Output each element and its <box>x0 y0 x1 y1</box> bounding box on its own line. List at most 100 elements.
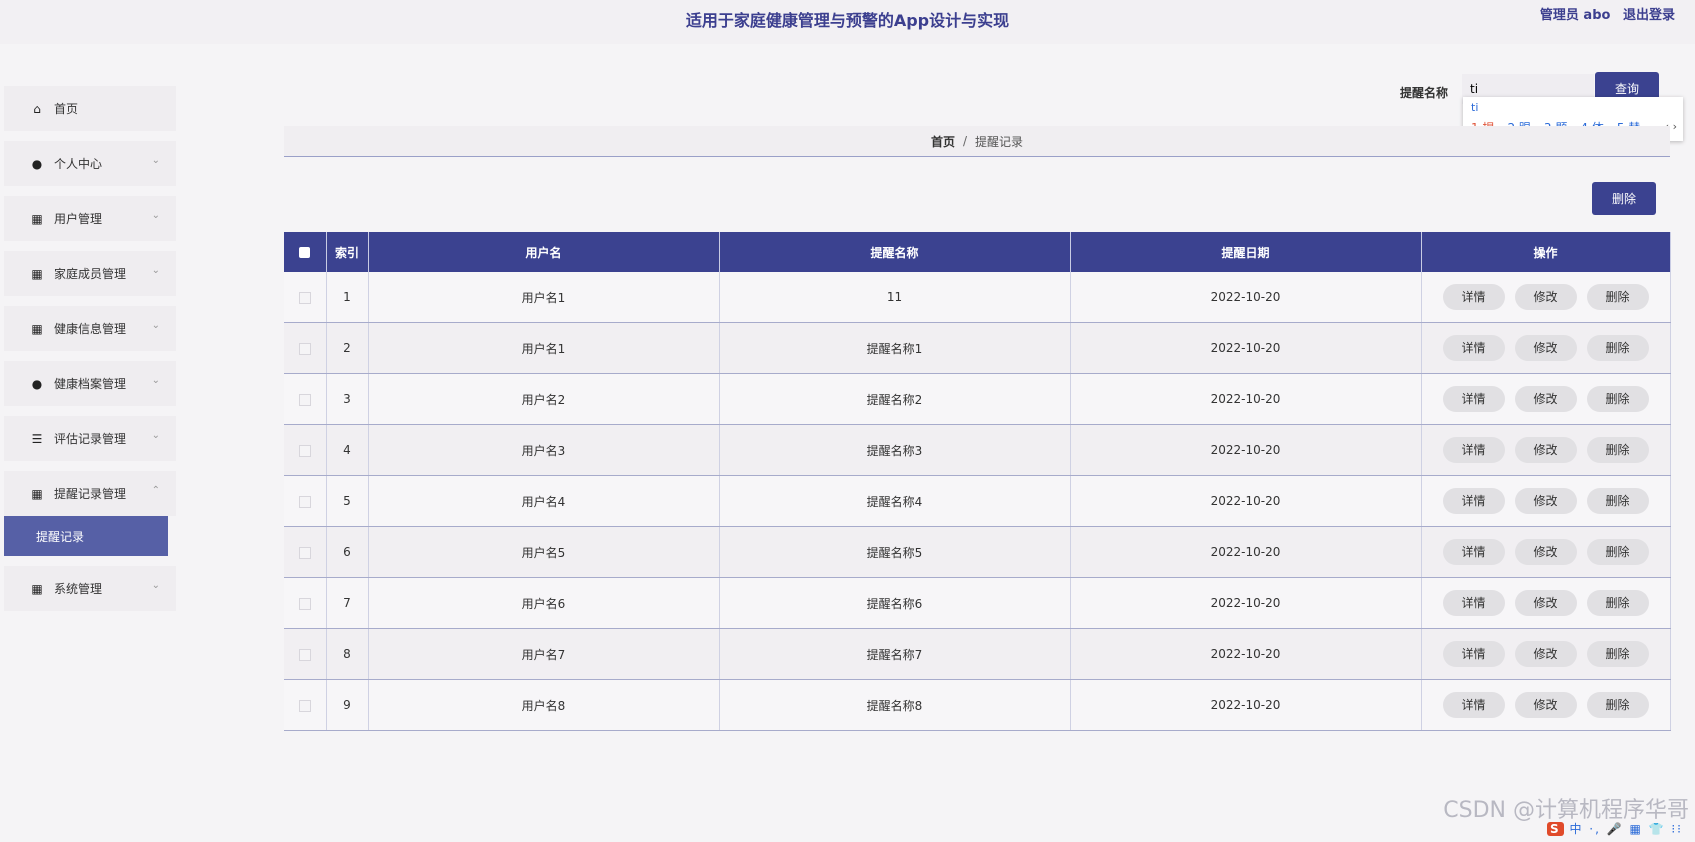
delete-button[interactable]: 删除 <box>1586 335 1649 361</box>
logout-link[interactable]: 退出登录 <box>1623 8 1675 23</box>
cell-reminder-name: 提醒名称5 <box>719 526 1071 578</box>
user-icon: ● <box>31 156 43 171</box>
sidebar-item[interactable]: ⌂ 首页 <box>4 86 176 131</box>
table-row: 6 用户名5 提醒名称5 2022-10-20 详情 修改 删除 <box>284 526 1671 578</box>
cell-reminder-name: 提醒名称7 <box>719 628 1071 680</box>
row-checkbox[interactable] <box>284 272 327 323</box>
delete-button[interactable]: 删除 <box>1586 437 1649 463</box>
sidebar-item[interactable]: ● 个人中心 ⌄ <box>4 141 176 186</box>
col-header-username: 用户名 <box>368 232 720 272</box>
select-all-checkbox[interactable] <box>284 232 327 272</box>
breadcrumb-home[interactable]: 首页 <box>931 133 955 150</box>
bulk-delete-button[interactable]: 删除 <box>1592 182 1656 215</box>
delete-button[interactable]: 删除 <box>1586 386 1649 412</box>
sogou-logo-icon: S <box>1546 822 1564 836</box>
col-header-index: 索引 <box>326 232 369 272</box>
cell-username: 用户名8 <box>368 679 720 731</box>
cell-reminder-date: 2022-10-20 <box>1070 679 1422 731</box>
sidebar-item-label: 提醒记录管理 <box>54 487 127 501</box>
row-checkbox[interactable] <box>284 526 327 578</box>
sidebar-item[interactable]: ☰ 评估记录管理 ⌄ <box>4 416 176 461</box>
delete-button[interactable]: 删除 <box>1586 641 1649 667</box>
sidebar: ⌂ 首页 ● 个人中心 ⌄ ▦ 用户管理 ⌄ ▦ 家庭成员管理 ⌄ ▦ 健康信息管理 ⌄ ● 健康档案管理 ⌄ ☰… <box>4 86 176 621</box>
edit-button[interactable]: 修改 <box>1514 641 1577 667</box>
admin-label: 管理员 abo <box>1539 8 1611 23</box>
ime-pinyin: ti <box>1471 101 1479 114</box>
edit-button[interactable]: 修改 <box>1514 590 1577 616</box>
edit-button[interactable]: 修改 <box>1514 284 1577 310</box>
cell-operations: 详情 修改 删除 <box>1421 424 1671 476</box>
col-header-reminder-date: 提醒日期 <box>1070 232 1422 272</box>
edit-button[interactable]: 修改 <box>1514 692 1577 718</box>
row-checkbox[interactable] <box>284 424 327 476</box>
ime-toolbar: S 中 ·, 🎤 ▦ 👕 ⁝⁝ <box>1546 820 1683 837</box>
grid-icon: ▦ <box>31 486 43 501</box>
row-checkbox[interactable] <box>284 679 327 731</box>
row-checkbox[interactable] <box>284 373 327 425</box>
table-header-row: 索引 用户名 提醒名称 提醒日期 操作 <box>284 232 1671 272</box>
grid-icon: ▦ <box>31 581 43 596</box>
chevron-up-icon: ⌃ <box>151 485 160 496</box>
list-icon: ☰ <box>31 431 43 446</box>
sidebar-subitem-reminder-records[interactable]: 提醒记录 <box>4 516 168 556</box>
cell-operations: 详情 修改 删除 <box>1421 322 1671 374</box>
delete-button[interactable]: 删除 <box>1586 539 1649 565</box>
chevron-down-icon: ⌄ <box>151 155 160 166</box>
row-checkbox[interactable] <box>284 475 327 527</box>
sidebar-item[interactable]: ▦ 家庭成员管理 ⌄ <box>4 251 176 296</box>
table-row: 1 用户名1 11 2022-10-20 详情 修改 删除 <box>284 272 1671 323</box>
chevron-down-icon: ⌄ <box>151 320 160 331</box>
cell-operations: 详情 修改 删除 <box>1421 526 1671 578</box>
row-checkbox[interactable] <box>284 577 327 629</box>
detail-button[interactable]: 详情 <box>1442 590 1505 616</box>
row-checkbox[interactable] <box>284 628 327 680</box>
delete-button[interactable]: 删除 <box>1586 284 1649 310</box>
edit-button[interactable]: 修改 <box>1514 437 1577 463</box>
cell-username: 用户名4 <box>368 475 720 527</box>
detail-button[interactable]: 详情 <box>1442 488 1505 514</box>
detail-button[interactable]: 详情 <box>1442 335 1505 361</box>
table-row: 3 用户名2 提醒名称2 2022-10-20 详情 修改 删除 <box>284 373 1671 425</box>
chevron-down-icon: ⌄ <box>151 375 160 386</box>
cell-reminder-date: 2022-10-20 <box>1070 373 1422 425</box>
cell-index: 3 <box>326 373 369 425</box>
edit-button[interactable]: 修改 <box>1514 335 1577 361</box>
cell-reminder-name: 提醒名称2 <box>719 373 1071 425</box>
edit-button[interactable]: 修改 <box>1514 488 1577 514</box>
detail-button[interactable]: 详情 <box>1442 539 1505 565</box>
detail-button[interactable]: 详情 <box>1442 692 1505 718</box>
delete-button[interactable]: 删除 <box>1586 692 1649 718</box>
cell-operations: 详情 修改 删除 <box>1421 475 1671 527</box>
detail-button[interactable]: 详情 <box>1442 284 1505 310</box>
sidebar-item[interactable]: ▦ 提醒记录管理 ⌃ <box>4 471 176 516</box>
records-table: 索引 用户名 提醒名称 提醒日期 操作 1 用户名1 11 2022-10-20 详情修… <box>284 232 1671 731</box>
search-label: 提醒名称 <box>1400 86 1449 100</box>
table-row: 8 用户名7 提醒名称7 2022-10-20 详情 修改 删除 <box>284 628 1671 680</box>
cell-reminder-date: 2022-10-20 <box>1070 577 1422 629</box>
delete-button[interactable]: 删除 <box>1586 488 1649 514</box>
delete-button[interactable]: 删除 <box>1586 590 1649 616</box>
cell-username: 用户名3 <box>368 424 720 476</box>
detail-button[interactable]: 详情 <box>1442 437 1505 463</box>
row-checkbox[interactable] <box>284 322 327 374</box>
ime-toolbar-icons[interactable]: 中 ·, 🎤 ▦ 👕 ⁝⁝ <box>1569 822 1683 836</box>
cell-reminder-name: 提醒名称4 <box>719 475 1071 527</box>
sidebar-item[interactable]: ▦ 健康信息管理 ⌄ <box>4 306 176 351</box>
breadcrumb-separator: / <box>962 134 968 148</box>
sidebar-item-label: 评估记录管理 <box>54 432 127 446</box>
sidebar-item[interactable]: ▦ 系统管理 ⌄ <box>4 566 176 611</box>
user-icon: ● <box>31 376 43 391</box>
detail-button[interactable]: 详情 <box>1442 386 1505 412</box>
table-row: 7 用户名6 提醒名称6 2022-10-20 详情 修改 删除 <box>284 577 1671 629</box>
table-row: 4 用户名3 提醒名称3 2022-10-20 详情 修改 删除 <box>284 424 1671 476</box>
sidebar-item[interactable]: ▦ 用户管理 ⌄ <box>4 196 176 241</box>
edit-button[interactable]: 修改 <box>1514 386 1577 412</box>
cell-username: 用户名1 <box>368 272 720 323</box>
edit-button[interactable]: 修改 <box>1514 539 1577 565</box>
cell-index: 8 <box>326 628 369 680</box>
cell-index: 6 <box>326 526 369 578</box>
detail-button[interactable]: 详情 <box>1442 641 1505 667</box>
cell-reminder-date: 2022-10-20 <box>1070 526 1422 578</box>
sidebar-item[interactable]: ● 健康档案管理 ⌄ <box>4 361 176 406</box>
cell-reminder-name: 11 <box>719 272 1071 323</box>
